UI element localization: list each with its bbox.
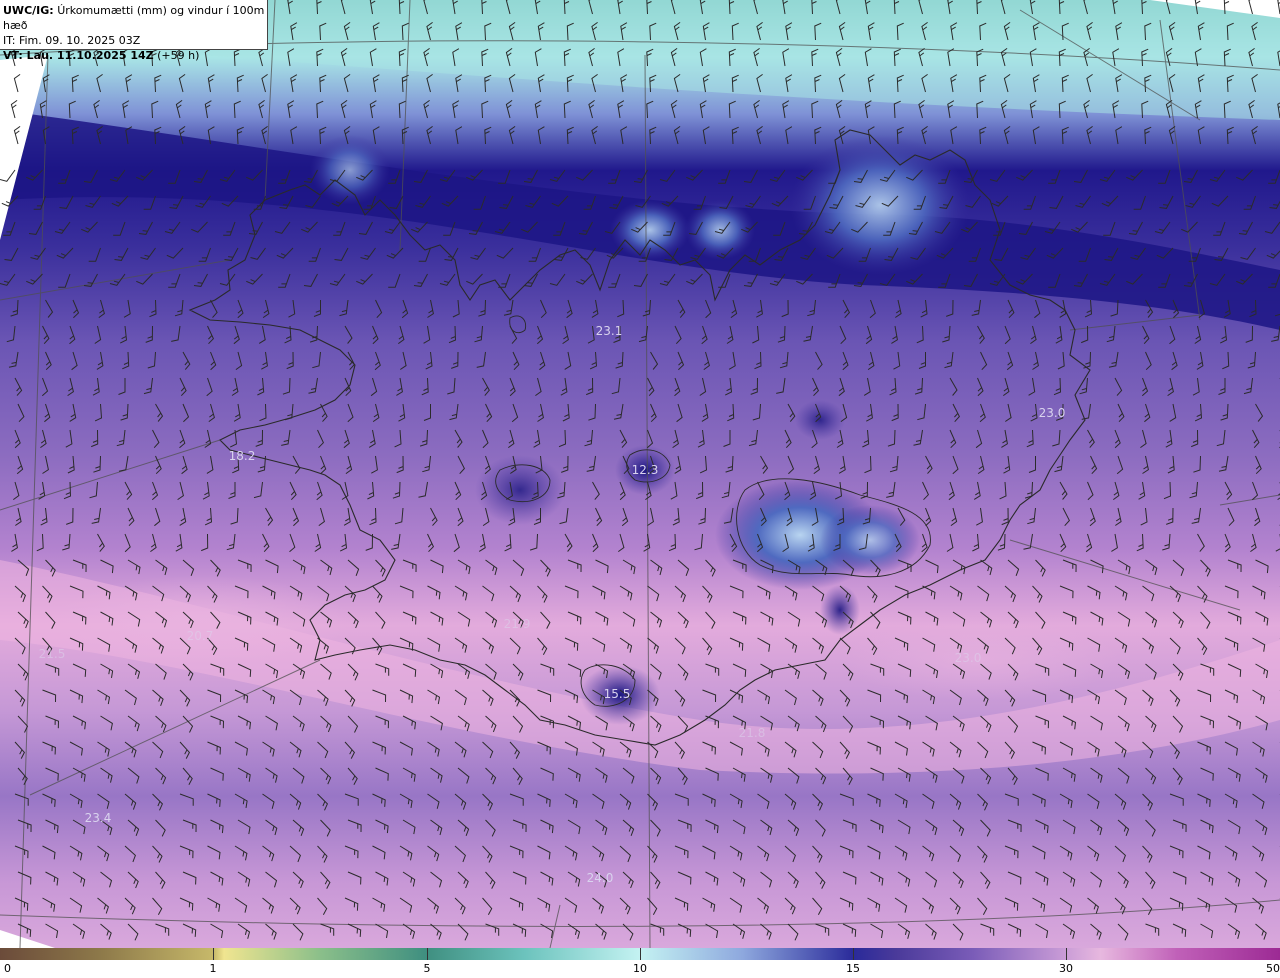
forecast-map: UWC/IG: Úrkomumætti (mm) og vindur í 100… <box>0 0 1280 948</box>
precip-colorbar: 0 1 5 10 15 30 50 <box>0 948 1280 978</box>
forecast-hour: (+59 h) <box>157 49 200 62</box>
map-value-label: 23.1 <box>595 324 623 338</box>
map-value-label: 15.5 <box>603 687 631 701</box>
colorbar-tick: 30 <box>1059 962 1073 975</box>
map-value-label: 21.8 <box>738 726 766 740</box>
colorbar-tick: 5 <box>423 962 431 975</box>
colorbar-tick: 10 <box>633 962 647 975</box>
map-value-label: 23.0 <box>954 651 982 665</box>
map-value-label: 24.0 <box>586 871 614 885</box>
map-value-label: 12.3 <box>631 463 659 477</box>
map-value-label: 21.9 <box>503 617 531 631</box>
colorbar-tick: 1 <box>209 962 217 975</box>
colorbar-tick: 0 <box>4 962 11 975</box>
initial-time: IT: Fim. 09. 10. 2025 03Z <box>3 34 141 47</box>
map-value-label: 18.2 <box>228 449 256 463</box>
colorbar-tick: 50 <box>1266 962 1280 975</box>
map-value-label: 23.0 <box>1038 406 1066 420</box>
map-value-label: 21.5 <box>38 647 66 661</box>
map-value-label: 23.4 <box>84 811 112 825</box>
map-value-label: 20.7 <box>186 629 214 643</box>
valid-time: VT: Lau. 11.10.2025 14Z <box>3 49 154 62</box>
forecast-info-box: UWC/IG: Úrkomumætti (mm) og vindur í 100… <box>0 0 268 62</box>
model-name: UWC/IG: <box>3 4 54 17</box>
colorbar-tick: 15 <box>846 962 860 975</box>
